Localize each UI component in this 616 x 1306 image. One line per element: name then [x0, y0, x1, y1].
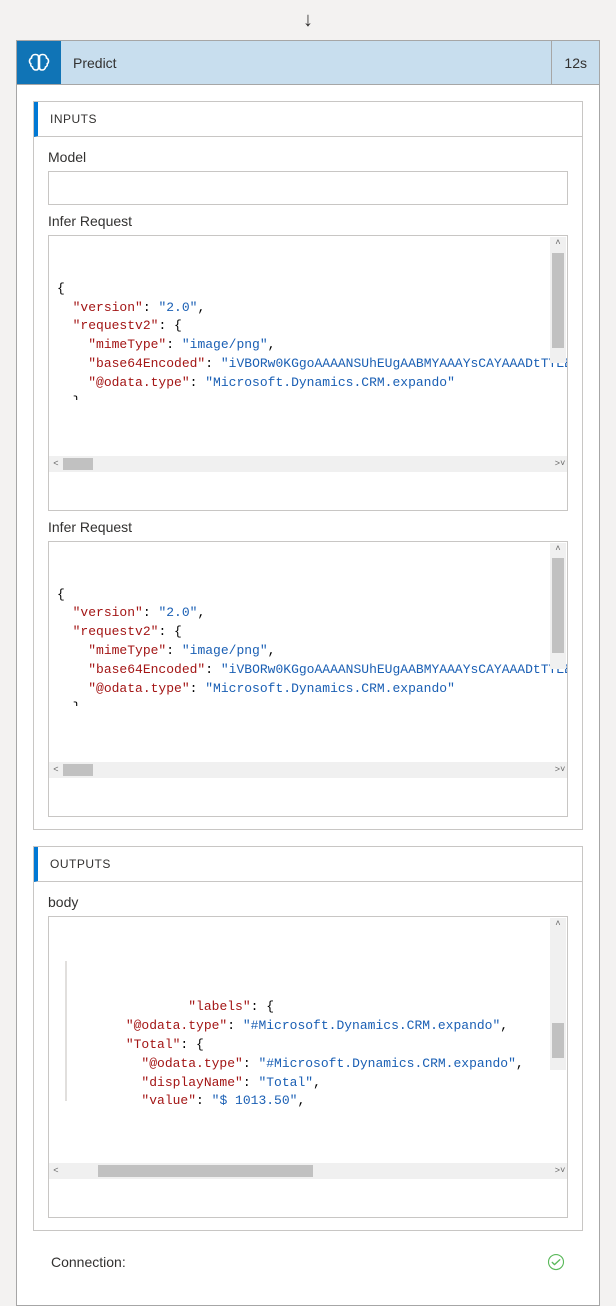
scroll-right-icon[interactable]: ˃˅: [553, 764, 567, 777]
scroll-thumb[interactable]: [63, 764, 93, 776]
inputs-section: INPUTS Model Infer Request { "version": …: [33, 101, 583, 830]
horizontal-scrollbar[interactable]: ˂ ˃˅: [49, 1163, 567, 1179]
infer-request-label-1: Infer Request: [48, 213, 568, 229]
action-card-predict[interactable]: Predict 12s INPUTS Model Infer Request {…: [16, 40, 600, 1306]
code-content: { "version": "2.0", "requestv2": { "mime…: [49, 274, 567, 400]
code-content: "labels": { "@odata.type": "#Microsoft.D…: [49, 955, 567, 1107]
flow-arrow: ↓: [0, 0, 616, 40]
scroll-up-icon[interactable]: ˄: [555, 237, 560, 249]
json-indent-guide: [65, 961, 67, 1101]
model-label: Model: [48, 149, 568, 165]
horizontal-scrollbar[interactable]: ˂ ˃˅: [49, 456, 567, 472]
vertical-scrollbar[interactable]: ˄ ˅: [550, 543, 566, 669]
scroll-left-icon[interactable]: ˂: [49, 1165, 63, 1178]
vertical-scrollbar[interactable]: ˄ ˅: [550, 237, 566, 363]
connection-row: Connection:: [33, 1239, 583, 1289]
outputs-section-header: OUTPUTS: [34, 847, 582, 882]
outputs-section: OUTPUTS body "labels": { "@odata.type": …: [33, 846, 583, 1231]
scroll-right-icon[interactable]: ˃˅: [553, 458, 567, 471]
body-code[interactable]: "labels": { "@odata.type": "#Microsoft.D…: [48, 916, 568, 1218]
code-content: { "version": "2.0", "requestv2": { "mime…: [49, 580, 567, 706]
model-input[interactable]: [48, 171, 568, 205]
scroll-thumb[interactable]: [552, 253, 564, 348]
vertical-scrollbar[interactable]: ˄ ˅: [550, 918, 566, 1070]
scroll-left-icon[interactable]: ˂: [49, 764, 63, 777]
scroll-thumb[interactable]: [98, 1165, 313, 1177]
infer-request-code-2[interactable]: { "version": "2.0", "requestv2": { "mime…: [48, 541, 568, 817]
scroll-left-icon[interactable]: ˂: [49, 458, 63, 471]
inputs-section-header: INPUTS: [34, 102, 582, 137]
card-title: Predict: [61, 41, 551, 84]
scroll-up-icon[interactable]: ˄: [555, 918, 560, 930]
outputs-section-content: body "labels": { "@odata.type": "#Micros…: [34, 882, 582, 1230]
scroll-up-icon[interactable]: ˄: [555, 543, 560, 555]
card-body: INPUTS Model Infer Request { "version": …: [17, 85, 599, 1305]
scroll-thumb[interactable]: [63, 458, 93, 470]
body-label: body: [48, 894, 568, 910]
check-circle-icon: [547, 1253, 565, 1271]
action-icon-box: [17, 41, 61, 84]
horizontal-scrollbar[interactable]: ˂ ˃˅: [49, 762, 567, 778]
infer-request-code-1[interactable]: { "version": "2.0", "requestv2": { "mime…: [48, 235, 568, 511]
scroll-right-icon[interactable]: ˃˅: [553, 1165, 567, 1178]
scroll-thumb[interactable]: [552, 1023, 564, 1058]
infer-request-label-2: Infer Request: [48, 519, 568, 535]
arrow-down-icon: ↓: [303, 9, 313, 32]
brain-icon: [27, 51, 51, 75]
inputs-section-content: Model Infer Request { "version": "2.0", …: [34, 137, 582, 829]
card-duration: 12s: [551, 41, 599, 84]
connection-label: Connection:: [51, 1254, 126, 1270]
scroll-thumb[interactable]: [552, 558, 564, 653]
card-header[interactable]: Predict 12s: [17, 41, 599, 85]
